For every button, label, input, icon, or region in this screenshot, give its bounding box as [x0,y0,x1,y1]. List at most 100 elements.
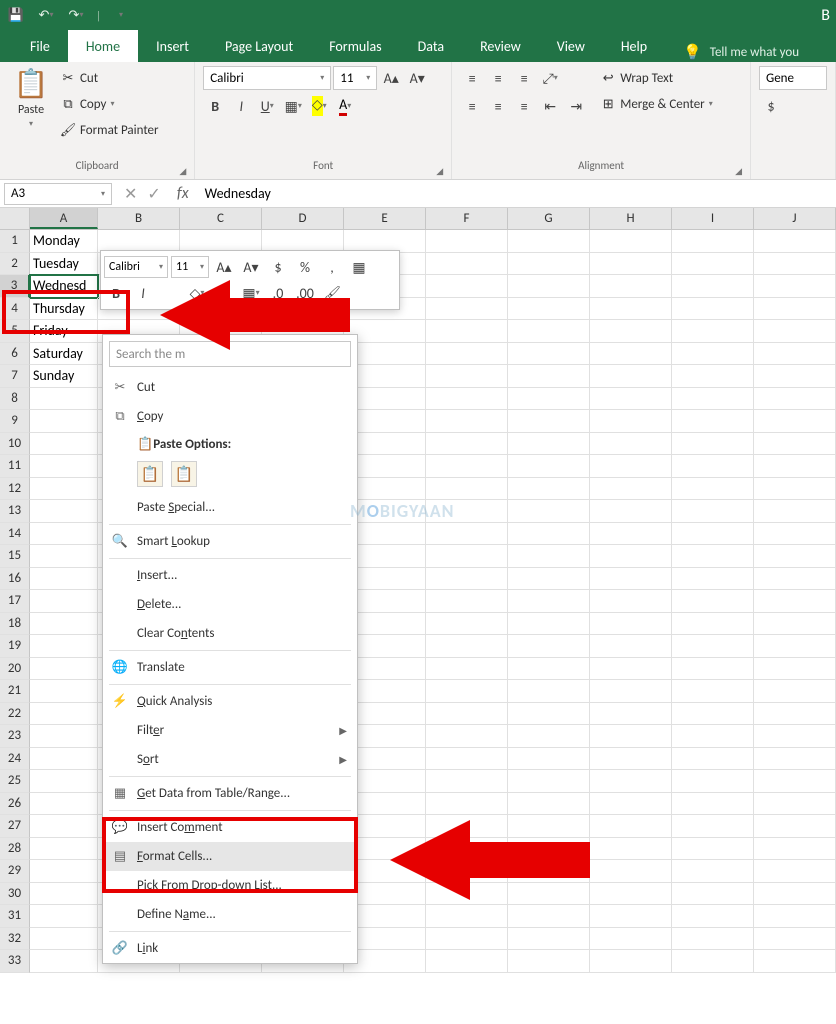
row-header[interactable]: 14 [0,523,30,546]
row-header[interactable]: 29 [0,860,30,883]
cell[interactable] [426,455,508,478]
decrease-indent-icon[interactable]: ⇤ [538,94,562,118]
cell[interactable] [590,455,672,478]
cell[interactable] [590,230,672,253]
tab-review[interactable]: Review [462,30,539,62]
ctx-define-name[interactable]: Define Name... [103,900,357,929]
row-header[interactable]: 32 [0,928,30,951]
dialog-launcher-icon[interactable]: ◢ [436,166,443,177]
cell[interactable] [590,590,672,613]
align-right-icon[interactable]: ≡ [512,94,536,118]
cell[interactable] [754,703,836,726]
cell[interactable] [426,275,508,298]
row-header[interactable]: 16 [0,568,30,591]
cell[interactable] [508,905,590,928]
cell[interactable] [754,838,836,861]
col-header-F[interactable]: F [426,208,508,229]
cell[interactable] [754,793,836,816]
cell[interactable] [30,770,98,793]
cell[interactable] [672,545,754,568]
cell[interactable] [30,568,98,591]
cell[interactable] [590,748,672,771]
cell[interactable] [672,433,754,456]
cell[interactable] [590,298,672,321]
cell[interactable] [30,388,98,411]
ctx-cut[interactable]: ✂Cut [103,373,357,402]
cell[interactable] [590,950,672,973]
cell[interactable] [754,815,836,838]
cell[interactable] [30,905,98,928]
select-all-corner[interactable] [0,208,30,229]
cell[interactable] [426,343,508,366]
row-header[interactable]: 17 [0,590,30,613]
ctx-smart-lookup[interactable]: 🔍Smart Lookup [103,527,357,556]
cell[interactable] [590,478,672,501]
cell[interactable] [672,275,754,298]
cell[interactable] [672,343,754,366]
row-header[interactable]: 20 [0,658,30,681]
tab-help[interactable]: Help [603,30,665,62]
cell[interactable] [30,590,98,613]
redo-icon[interactable]: ↷▾ [66,5,86,25]
cell[interactable] [508,343,590,366]
cell[interactable] [508,455,590,478]
customize-qat-icon[interactable]: ▾ [111,5,131,25]
font-color-button[interactable]: A▾ [333,94,357,118]
row-header[interactable]: 28 [0,838,30,861]
cell[interactable] [508,523,590,546]
cell[interactable] [672,748,754,771]
cell[interactable] [426,320,508,343]
dialog-launcher-icon[interactable]: ◢ [179,166,186,177]
cell[interactable] [590,253,672,276]
col-header-C[interactable]: C [180,208,262,229]
cell[interactable] [508,748,590,771]
row-header[interactable]: 26 [0,793,30,816]
cell[interactable] [672,568,754,591]
mini-cond-format-icon[interactable]: ▦ [347,255,371,279]
cell[interactable] [508,253,590,276]
tab-formulas[interactable]: Formulas [311,30,399,62]
cell[interactable] [30,433,98,456]
cell[interactable] [672,365,754,388]
row-header[interactable]: 1 [0,230,30,253]
cell[interactable] [426,388,508,411]
cell[interactable] [590,838,672,861]
cell[interactable] [754,950,836,973]
fill-color-button[interactable]: ◇▾ [307,94,331,118]
cell[interactable] [672,793,754,816]
cell[interactable] [426,613,508,636]
cell[interactable] [754,343,836,366]
mini-percent-icon[interactable]: % [293,255,317,279]
row-header[interactable]: 2 [0,253,30,276]
cell[interactable] [672,905,754,928]
cell[interactable] [590,433,672,456]
cell[interactable]: Saturday [30,343,98,366]
cell[interactable] [754,230,836,253]
cell[interactable] [30,815,98,838]
cell[interactable] [426,725,508,748]
align-middle-icon[interactable]: ≡ [486,66,510,90]
cell[interactable] [30,793,98,816]
mini-increase-font-icon[interactable]: A▴ [212,255,236,279]
cell[interactable] [754,613,836,636]
tab-insert[interactable]: Insert [138,30,207,62]
dialog-launcher-icon[interactable]: ◢ [735,166,742,177]
col-header-G[interactable]: G [508,208,590,229]
cell[interactable] [426,523,508,546]
paste-default-icon[interactable]: 📋 [137,461,163,487]
align-left-icon[interactable]: ≡ [460,94,484,118]
col-header-B[interactable]: B [98,208,180,229]
align-top-icon[interactable]: ≡ [460,66,484,90]
cell[interactable] [426,365,508,388]
row-header[interactable]: 21 [0,680,30,703]
cell[interactable] [508,950,590,973]
cell[interactable] [754,860,836,883]
cell[interactable] [754,365,836,388]
mini-decrease-font-icon[interactable]: A▾ [239,255,263,279]
font-name-combo[interactable]: Calibri▾ [203,66,331,90]
undo-icon[interactable]: ↶▾ [36,5,56,25]
ctx-translate[interactable]: 🌐Translate [103,653,357,682]
ctx-paste-special[interactable]: Paste Special... [103,493,357,522]
row-header[interactable]: 11 [0,455,30,478]
cell[interactable] [754,298,836,321]
